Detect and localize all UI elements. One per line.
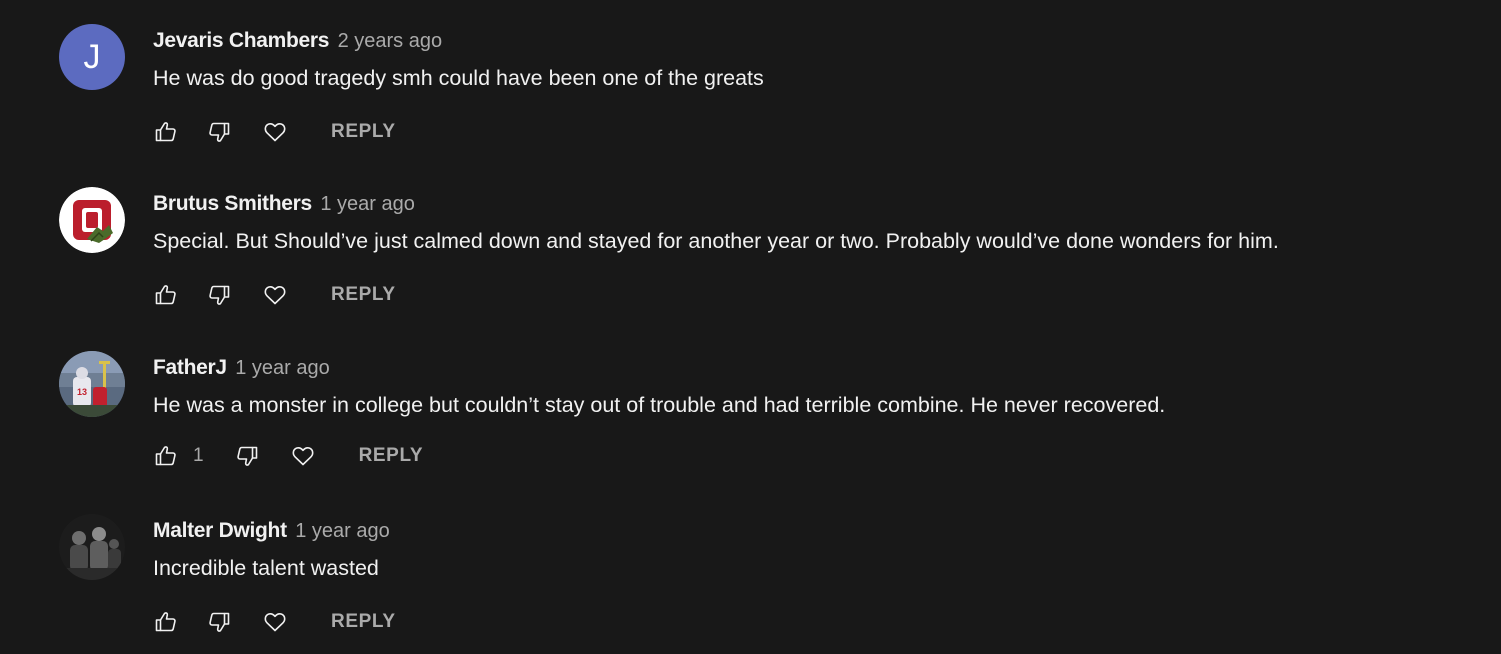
- heart-icon[interactable]: [262, 282, 288, 308]
- comment-thread: Malter Dwight 1 year ago Incredible tale…: [0, 490, 1501, 653]
- comment-text: He was a monster in college but couldn’t…: [153, 393, 1166, 417]
- block-o-logo-icon: [59, 187, 125, 253]
- heart-icon[interactable]: [262, 119, 288, 145]
- heart-icon[interactable]: [290, 443, 316, 469]
- comment-actions: REPLY: [153, 280, 396, 310]
- comment-text: Incredible talent wasted: [153, 556, 379, 580]
- comment-header: Brutus Smithers 1 year ago: [153, 191, 415, 219]
- comment-header: Jevaris Chambers 2 years ago: [153, 28, 442, 56]
- thumb-up-icon[interactable]: [153, 443, 179, 469]
- comment-header: FatherJ 1 year ago: [153, 355, 330, 383]
- comment-timestamp[interactable]: 1 year ago: [235, 357, 330, 379]
- comment-timestamp[interactable]: 2 years ago: [338, 30, 443, 52]
- avatar[interactable]: [59, 514, 125, 580]
- comment-actions: REPLY: [153, 607, 396, 637]
- football-photo-icon: 13: [59, 351, 125, 417]
- comment-header: Malter Dwight 1 year ago: [153, 518, 390, 546]
- author-name[interactable]: Jevaris Chambers: [153, 29, 329, 52]
- reply-button[interactable]: REPLY: [359, 445, 424, 467]
- thumb-down-icon[interactable]: [234, 443, 260, 469]
- author-name[interactable]: FatherJ: [153, 356, 227, 379]
- comment-thread: Brutus Smithers 1 year ago Special. But …: [0, 163, 1501, 326]
- comment-thread: J Jevaris Chambers 2 years ago He was do…: [0, 0, 1501, 163]
- like-count: 1: [193, 445, 204, 466]
- thumb-down-icon[interactable]: [206, 119, 232, 145]
- author-name[interactable]: Brutus Smithers: [153, 192, 312, 215]
- thumb-down-icon[interactable]: [206, 282, 232, 308]
- avatar[interactable]: 13: [59, 351, 125, 417]
- group-photo-icon: [59, 514, 125, 580]
- svg-text:13: 13: [77, 387, 87, 397]
- author-name[interactable]: Malter Dwight: [153, 519, 287, 542]
- avatar[interactable]: J: [59, 24, 125, 90]
- avatar[interactable]: [59, 187, 125, 253]
- heart-icon[interactable]: [262, 609, 288, 635]
- comment-timestamp[interactable]: 1 year ago: [295, 520, 390, 542]
- reply-button[interactable]: REPLY: [331, 611, 396, 633]
- thumb-up-icon[interactable]: [153, 119, 179, 145]
- reply-button[interactable]: REPLY: [331, 284, 396, 306]
- thumb-up-icon[interactable]: [153, 609, 179, 635]
- comment-timestamp[interactable]: 1 year ago: [320, 193, 415, 215]
- comment-thread: 13 FatherJ 1 year ago He was a monster i…: [0, 327, 1501, 490]
- reply-button[interactable]: REPLY: [331, 121, 396, 143]
- comment-actions: REPLY: [153, 117, 396, 147]
- comment-text: Special. But Should’ve just calmed down …: [153, 229, 1279, 253]
- thumb-up-icon[interactable]: [153, 282, 179, 308]
- comment-actions: 1 REPLY: [153, 441, 423, 471]
- thumb-down-icon[interactable]: [206, 609, 232, 635]
- comment-text: He was do good tragedy smh could have be…: [153, 66, 764, 90]
